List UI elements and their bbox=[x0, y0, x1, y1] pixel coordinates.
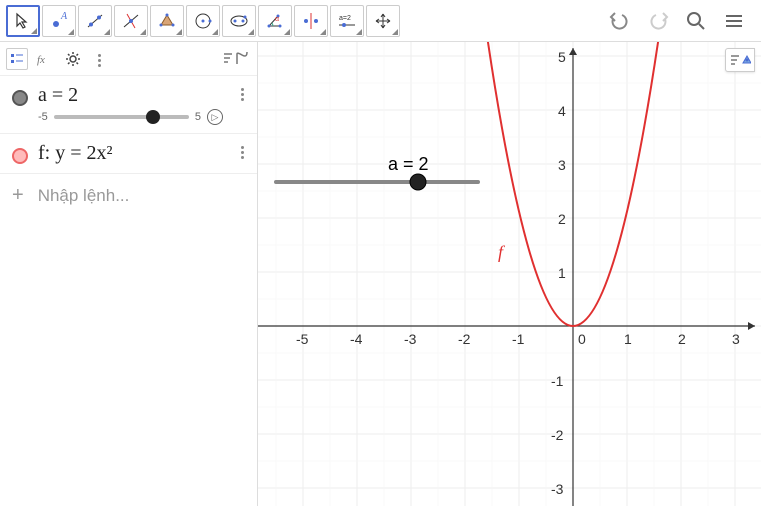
tool-group: A α a=2 bbox=[6, 5, 607, 37]
play-button[interactable]: ▷ bbox=[207, 109, 223, 125]
axis-labels: -5 -4 -3 -2 -1 0 1 2 3 5 4 3 2 1 -1 -2 -… bbox=[296, 49, 740, 497]
fx-icon[interactable]: fx bbox=[34, 48, 56, 70]
row-kebab-f[interactable] bbox=[233, 142, 251, 159]
algebra-sidebar: fx a = 2 -5 5 ▷ f: y = 2x² bbox=[0, 42, 258, 506]
row-kebab-a[interactable] bbox=[233, 84, 251, 101]
add-icon[interactable]: + bbox=[12, 184, 24, 207]
search-icon[interactable] bbox=[683, 8, 709, 34]
tool-polygon[interactable] bbox=[150, 5, 184, 37]
svg-text:-4: -4 bbox=[350, 331, 363, 347]
undo-icon[interactable] bbox=[607, 8, 633, 34]
gear-icon[interactable] bbox=[62, 48, 84, 70]
command-input[interactable]: Nhập lệnh... bbox=[38, 186, 130, 206]
graphics-view[interactable]: -5 -4 -3 -2 -1 0 1 2 3 5 4 3 2 1 -1 -2 -… bbox=[258, 42, 761, 506]
tool-point[interactable]: A bbox=[42, 5, 76, 37]
mini-slider-a[interactable] bbox=[54, 115, 189, 119]
svg-text:-5: -5 bbox=[296, 331, 309, 347]
tool-angle[interactable]: α bbox=[258, 5, 292, 37]
object-row-f[interactable]: f: y = 2x² bbox=[0, 134, 257, 174]
tool-slider[interactable]: a=2 bbox=[330, 5, 364, 37]
svg-text:1: 1 bbox=[624, 331, 632, 347]
main-toolbar: A α a=2 bbox=[0, 0, 761, 42]
list-view-icon[interactable] bbox=[6, 48, 28, 70]
coordinate-plane[interactable]: -5 -4 -3 -2 -1 0 1 2 3 5 4 3 2 1 -1 -2 -… bbox=[258, 42, 761, 506]
svg-text:4: 4 bbox=[558, 103, 566, 119]
visibility-toggle-f[interactable] bbox=[12, 148, 28, 164]
svg-text:α: α bbox=[275, 16, 279, 23]
sidebar-kebab-icon[interactable] bbox=[90, 50, 108, 67]
tool-move[interactable] bbox=[6, 5, 40, 37]
slider-min: -5 bbox=[38, 111, 48, 123]
graphics-settings-icon[interactable] bbox=[725, 48, 755, 72]
svg-text:2: 2 bbox=[678, 331, 686, 347]
svg-text:A: A bbox=[60, 11, 68, 22]
svg-text:0: 0 bbox=[578, 331, 586, 347]
tool-ellipse[interactable] bbox=[222, 5, 256, 37]
object-label-f: f: y = 2x² bbox=[38, 142, 223, 165]
object-content-f: f: y = 2x² bbox=[38, 142, 223, 165]
object-row-a[interactable]: a = 2 -5 5 ▷ bbox=[0, 76, 257, 134]
sidebar-header: fx bbox=[0, 42, 257, 76]
svg-text:-3: -3 bbox=[404, 331, 417, 347]
tool-perpendicular[interactable] bbox=[114, 5, 148, 37]
slider-max: 5 bbox=[195, 111, 201, 123]
redo-icon[interactable] bbox=[645, 8, 671, 34]
object-content-a: a = 2 -5 5 ▷ bbox=[38, 84, 223, 125]
svg-text:-2: -2 bbox=[458, 331, 471, 347]
svg-text:5: 5 bbox=[558, 49, 566, 65]
svg-text:-3: -3 bbox=[551, 481, 564, 497]
tool-reflect[interactable] bbox=[294, 5, 328, 37]
svg-text:3: 3 bbox=[558, 157, 566, 173]
slider-thumb[interactable] bbox=[146, 110, 160, 124]
svg-text:3: 3 bbox=[732, 331, 740, 347]
input-row[interactable]: + Nhập lệnh... bbox=[0, 174, 257, 217]
object-label-a: a = 2 bbox=[38, 84, 223, 107]
svg-text:1: 1 bbox=[558, 265, 566, 281]
tool-move-view[interactable] bbox=[366, 5, 400, 37]
right-tools bbox=[607, 8, 755, 34]
svg-text:-1: -1 bbox=[512, 331, 525, 347]
svg-text:2: 2 bbox=[558, 211, 566, 227]
main-container: fx a = 2 -5 5 ▷ f: y = 2x² bbox=[0, 42, 761, 506]
svg-text:-2: -2 bbox=[551, 427, 564, 443]
menu-icon[interactable] bbox=[721, 8, 747, 34]
svg-text:a=2: a=2 bbox=[339, 15, 351, 22]
sort-icon[interactable] bbox=[221, 48, 251, 70]
tool-line[interactable] bbox=[78, 5, 112, 37]
canvas-slider-label: a = 2 bbox=[388, 154, 429, 174]
svg-text:-1: -1 bbox=[551, 373, 564, 389]
visibility-toggle-a[interactable] bbox=[12, 90, 28, 106]
slider-row-a: -5 5 ▷ bbox=[38, 109, 223, 125]
tool-circle[interactable] bbox=[186, 5, 220, 37]
svg-text:fx: fx bbox=[37, 54, 45, 66]
canvas-slider-a[interactable]: a = 2 bbox=[276, 154, 478, 190]
